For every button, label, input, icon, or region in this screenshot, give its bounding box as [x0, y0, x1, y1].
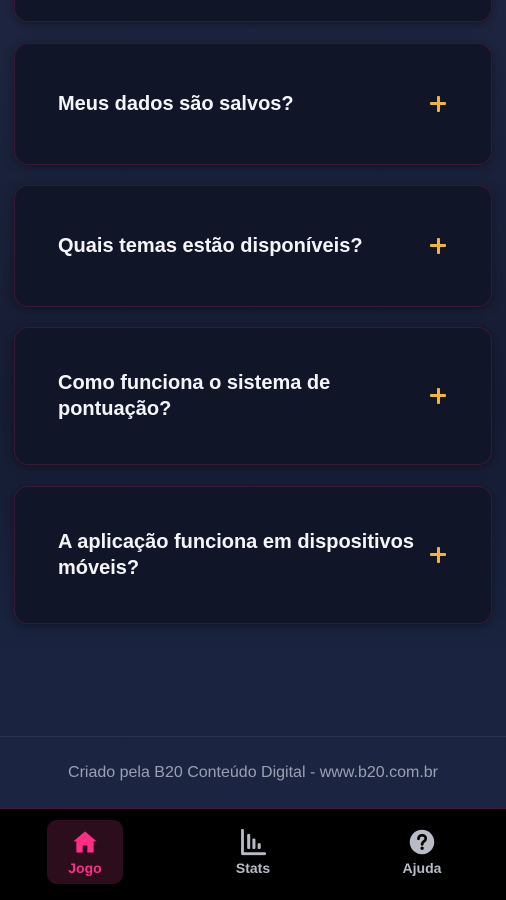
faq-item-pontuacao[interactable]: Como funciona o sistema de pontuação? — [14, 327, 492, 465]
faq-item-temas[interactable]: Quais temas estão disponíveis? — [14, 185, 492, 307]
plus-icon[interactable] — [427, 93, 449, 115]
home-icon — [73, 831, 97, 853]
bottom-nav: Jogo Stats Ajuda — [0, 808, 506, 900]
nav-label: Ajuda — [402, 860, 442, 876]
nav-tab-stats[interactable]: Stats — [215, 820, 291, 884]
nav-label: Jogo — [68, 860, 102, 876]
plus-icon[interactable] — [427, 385, 449, 407]
faq-question: Quais temas estão disponíveis? — [58, 235, 363, 257]
faq-item-dispositivos-moveis[interactable]: A aplicação funciona em dispositivos móv… — [14, 486, 492, 624]
faq-question: Como funciona o sistema de pontuação? — [58, 372, 331, 420]
plus-icon[interactable] — [427, 544, 449, 566]
footer-credit: Criado pela B20 Conteúdo Digital - www.b… — [68, 764, 438, 781]
faq-item-dados-salvos[interactable]: Meus dados são salvos? — [14, 43, 492, 165]
nav-tab-jogo[interactable]: Jogo — [47, 820, 123, 884]
faq-item-partial[interactable] — [14, 0, 492, 22]
faq-list: Meus dados são salvos? Quais temas estão… — [0, 0, 506, 740]
faq-question: A aplicação funciona em dispositivos móv… — [58, 531, 415, 579]
footer: Criado pela B20 Conteúdo Digital - www.b… — [0, 736, 506, 809]
bar-chart-icon — [241, 828, 267, 856]
nav-label: Stats — [235, 860, 271, 876]
help-icon — [409, 829, 435, 855]
plus-icon[interactable] — [427, 235, 449, 257]
nav-tab-ajuda[interactable]: Ajuda — [384, 820, 460, 884]
faq-question: Meus dados são salvos? — [58, 93, 294, 115]
